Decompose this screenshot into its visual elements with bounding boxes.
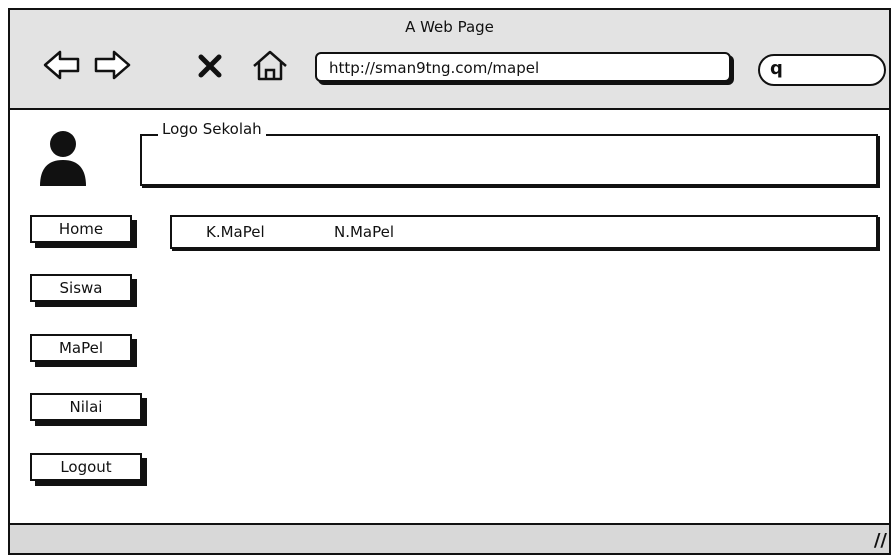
browser-window: A Web Page http://sman9tng.com/mapel q L… — [8, 8, 891, 555]
browser-toolbar: A Web Page http://sman9tng.com/mapel q — [10, 10, 889, 110]
nav-siswa-button[interactable]: Siswa — [30, 274, 132, 302]
nav-home-button[interactable]: Home — [30, 215, 132, 243]
search-input[interactable]: q — [758, 54, 886, 86]
logo-placeholder — [140, 134, 878, 186]
back-arrow-icon[interactable] — [42, 48, 82, 82]
nav-mapel-button[interactable]: MaPel — [30, 334, 132, 362]
forward-arrow-icon[interactable] — [92, 48, 132, 82]
search-icon: q — [770, 58, 783, 79]
user-avatar-icon — [40, 131, 86, 186]
nav-logout-button[interactable]: Logout — [30, 453, 142, 481]
table-header: K.MaPel N.MaPel — [170, 215, 878, 249]
address-bar[interactable]: http://sman9tng.com/mapel — [315, 52, 731, 82]
nav-nilai-button[interactable]: Nilai — [30, 393, 142, 421]
close-icon[interactable] — [196, 48, 224, 82]
window-title: A Web Page — [405, 18, 494, 36]
column-header-kode-mapel: K.MaPel — [206, 223, 265, 241]
resize-grip-icon[interactable]: // — [874, 530, 887, 551]
column-header-nama-mapel: N.MaPel — [334, 223, 395, 241]
home-icon[interactable] — [250, 48, 290, 82]
logo-label: Logo Sekolah — [158, 120, 266, 138]
status-bar: // — [10, 523, 889, 553]
